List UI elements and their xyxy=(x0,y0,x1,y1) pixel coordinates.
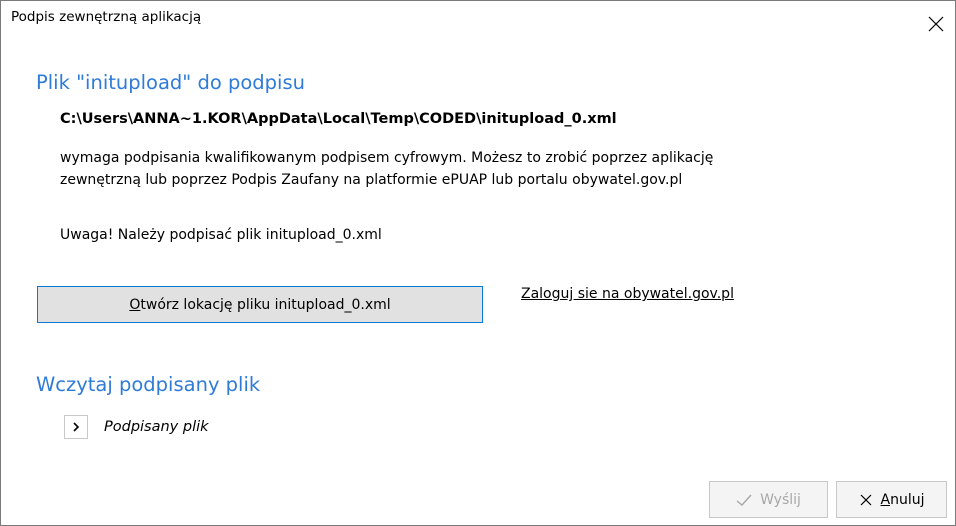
check-icon xyxy=(736,493,752,507)
signed-file-label: Podpisany plik xyxy=(104,419,209,435)
file-description-line-1: wymaga podpisania kwalifikowanym podpise… xyxy=(60,150,714,166)
cancel-button-label: nuluj xyxy=(890,491,925,508)
chevron-right-icon xyxy=(73,422,80,432)
file-description-line-2: zewnętrzną lub poprzez Podpis Zaufany na… xyxy=(60,172,683,188)
cancel-button[interactable]: Anuluj xyxy=(836,481,947,518)
file-section-heading: Plik "initupload" do podpisu xyxy=(36,71,305,94)
open-button-mnemonic: O xyxy=(129,296,141,313)
send-button[interactable]: Wyślij xyxy=(709,481,828,518)
open-button-label: twórz lokację pliku initupload_0.xml xyxy=(140,296,391,313)
send-button-label: Wyślij xyxy=(760,491,801,508)
load-section-heading: Wczytaj podpisany plik xyxy=(36,373,261,396)
cancel-button-mnemonic: A xyxy=(880,491,891,508)
close-icon xyxy=(928,16,944,32)
open-file-location-button[interactable]: Otwórz lokację pliku initupload_0.xml xyxy=(37,286,483,323)
signed-file-expander: Podpisany plik xyxy=(64,415,209,439)
login-obywatel-link[interactable]: Zaloguj sie na obywatel.gov.pl xyxy=(521,286,734,302)
file-description: wymaga podpisania kwalifikowanym podpise… xyxy=(60,147,920,191)
window-close-button[interactable] xyxy=(927,15,949,37)
warning-text: Uwaga! Należy podpisać plik initupload_0… xyxy=(60,227,382,243)
title-bar: Podpis zewnętrzną aplikacją xyxy=(1,1,955,35)
close-icon xyxy=(859,493,873,507)
window-title: Podpis zewnętrzną aplikacją xyxy=(11,9,202,25)
expand-toggle-button[interactable] xyxy=(64,415,88,439)
file-path: C:\Users\ANNA~1.KOR\AppData\Local\Temp\C… xyxy=(60,111,617,127)
dialog-window: Podpis zewnętrzną aplikacją Plik "initup… xyxy=(0,0,956,526)
